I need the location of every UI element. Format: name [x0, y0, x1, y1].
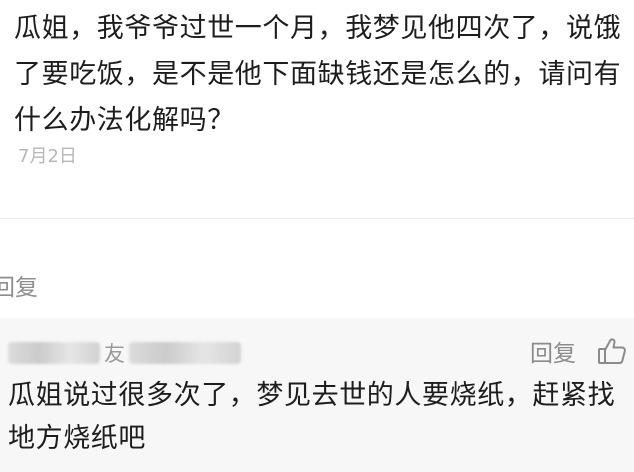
reply-link[interactable]: 回复: [0, 268, 38, 302]
comment-reply-button[interactable]: 回复: [530, 334, 576, 368]
divider: [0, 218, 634, 219]
thumbs-up-icon[interactable]: [596, 335, 628, 367]
comment-text: 瓜姐说过很多次了，梦见去世的人要烧纸，赶紧找地方烧纸吧: [8, 380, 616, 454]
question-text: 瓜姐，我爷爷过世一个月，我梦见他四次了，说饿了要吃饭，是不是他下面缺钱还是怎么的…: [14, 13, 622, 136]
author-visible-fragment: 友: [104, 342, 125, 366]
comment-author: 友: [8, 338, 241, 368]
blurred-username: [8, 342, 100, 364]
blurred-username-suffix: [129, 342, 241, 364]
comment-actions: 回复: [530, 334, 628, 368]
question-date: 7月2日: [18, 146, 77, 167]
